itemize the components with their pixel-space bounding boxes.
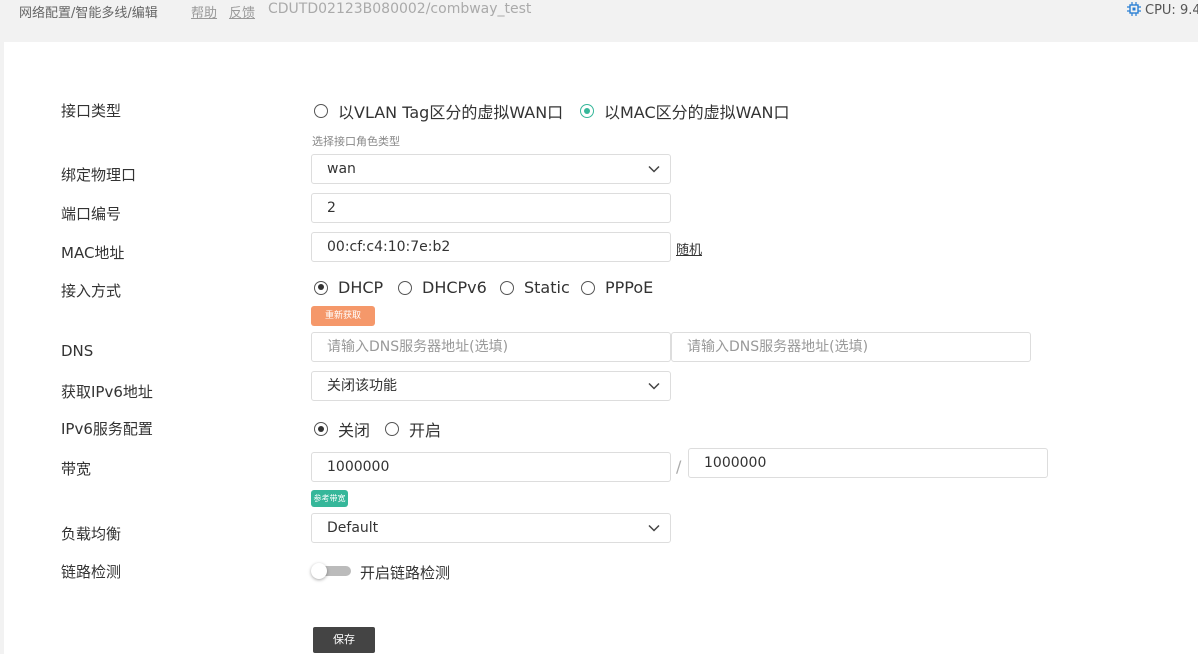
radio-label: 关闭 [338,421,371,440]
bandwidth-up-input[interactable]: 1000000 [311,452,671,482]
radio-static[interactable]: Static [500,278,570,297]
breadcrumb: 网络配置/智能多线/编辑 [19,6,158,21]
feedback-link[interactable]: 反馈 [229,2,255,21]
reference-bandwidth-button[interactable]: 参考带宽 [311,490,348,507]
mac-label: MAC地址 [61,244,125,262]
select-value: 关闭该功能 [327,378,397,394]
radio-circle [314,104,328,118]
link-detect-toggle[interactable] [311,563,351,579]
toggle-knob [311,563,327,579]
select-value: wan [327,161,356,177]
radio-label: DHCPv6 [422,278,487,297]
chevron-down-icon [648,382,660,390]
port-number-label: 端口编号 [61,205,122,223]
radio-label: 以MAC区分的虚拟WAN口 [604,103,790,122]
bandwidth-separator: / [676,457,682,476]
radio-label: 以VLAN Tag区分的虚拟WAN口 [338,103,564,122]
radio-dhcp[interactable]: DHCP [314,278,383,297]
chevron-down-icon [648,524,660,532]
radio-ipv6-off[interactable]: 关闭 [314,417,370,441]
port-number-input[interactable]: 2 [311,193,671,223]
load-balance-label: 负载均衡 [61,525,122,543]
reacquire-button[interactable]: 重新获取 [311,306,375,326]
bind-port-label: 绑定物理口 [61,166,137,184]
access-mode-label: 接入方式 [61,282,122,300]
interface-type-label: 接口类型 [61,102,122,120]
radio-mac-wan[interactable]: 以MAC区分的虚拟WAN口 [580,99,790,123]
radio-pppoe[interactable]: PPPoE [581,278,653,297]
cpu-indicator: CPU: 9.4 [1127,2,1198,18]
device-name: CDUTD02123B080002/combway_test [268,1,532,17]
ipv6-service-label: IPv6服务配置 [61,420,153,438]
top-bar: 网络配置/智能多线/编辑 帮助 反馈 CDUTD02123B080002/com… [0,0,1198,42]
radio-circle [385,422,399,436]
radio-label: PPPoE [605,278,654,297]
dns-primary-input[interactable]: 请输入DNS服务器地址(选填) [311,332,671,362]
radio-ipv6-on[interactable]: 开启 [385,417,441,441]
ipv6-addr-select[interactable]: 关闭该功能 [311,371,671,401]
bandwidth-label: 带宽 [61,460,92,478]
radio-circle-selected [580,104,594,118]
radio-circle-selected [314,422,328,436]
save-button[interactable]: 保存 [313,627,375,653]
link-detect-toggle-label: 开启链路检测 [360,564,451,582]
interface-type-hint: 选择接口角色类型 [312,135,400,148]
cpu-chip-icon [1127,2,1141,16]
radio-dhcpv6[interactable]: DHCPv6 [398,278,487,297]
radio-label: DHCP [338,278,384,297]
radio-circle [398,280,412,295]
bind-port-select[interactable]: wan [311,154,671,184]
help-link[interactable]: 帮助 [191,2,217,21]
ipv6-addr-label: 获取IPv6地址 [61,383,153,401]
dns-secondary-input[interactable]: 请输入DNS服务器地址(选填) [671,332,1031,362]
load-balance-select[interactable]: Default [311,513,671,543]
cpu-text: CPU: 9.4 [1145,3,1198,18]
dns-label: DNS [61,342,94,360]
select-value: Default [327,520,379,536]
random-mac-link[interactable]: 随机 [676,239,702,258]
radio-circle-selected [314,280,328,295]
chevron-down-icon [648,165,660,173]
radio-circle [581,280,595,295]
radio-circle [500,280,514,295]
bandwidth-down-input[interactable]: 1000000 [688,448,1048,478]
radio-vlan-wan[interactable]: 以VLAN Tag区分的虚拟WAN口 [314,99,563,123]
radio-label: Static [524,278,570,297]
link-detect-label: 链路检测 [61,563,122,581]
mac-input[interactable]: 00:cf:c4:10:7e:b2 [311,232,671,262]
radio-label: 开启 [409,421,442,440]
